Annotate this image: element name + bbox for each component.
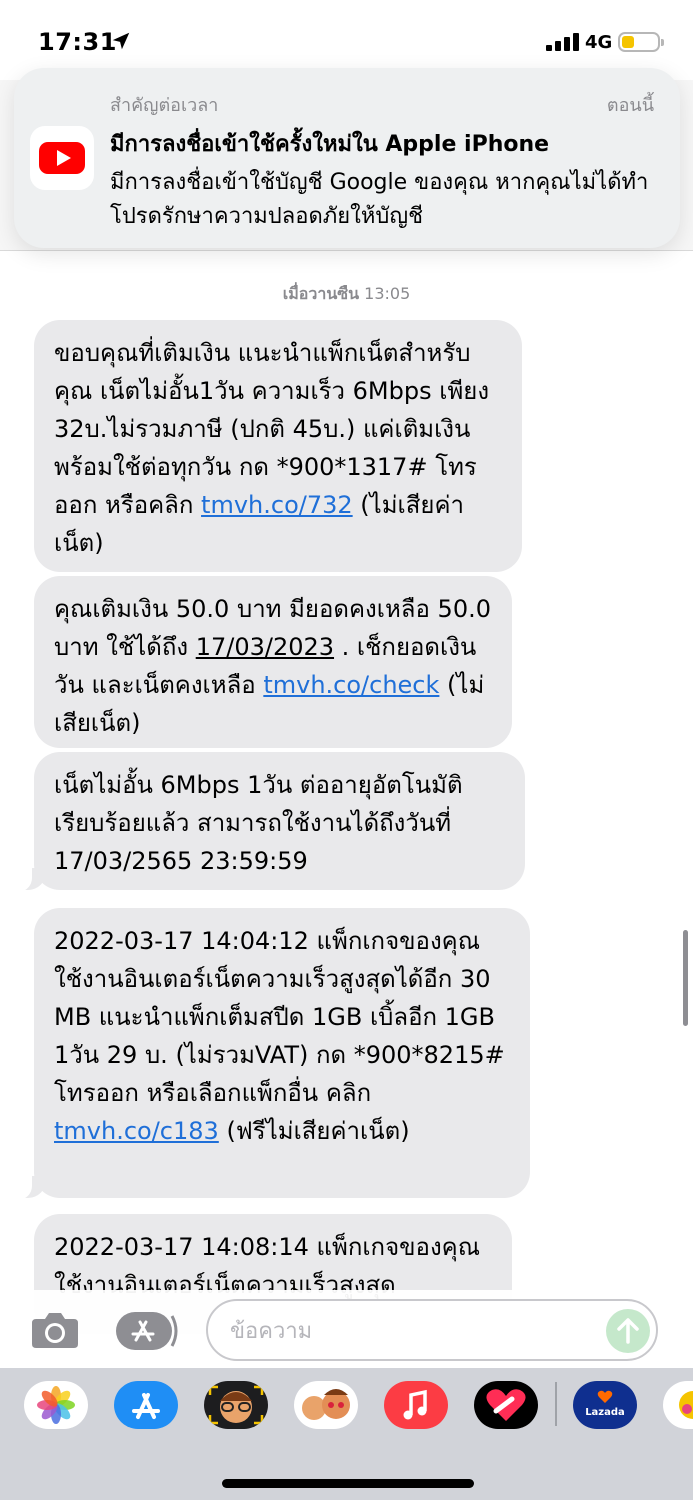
message-link[interactable]: tmvh.co/check — [263, 671, 439, 699]
home-indicator[interactable] — [222, 1479, 474, 1488]
network-type: 4G — [585, 32, 613, 53]
message-bubble[interactable]: ขอบคุณที่เติมเงิน แนะนำแพ็กเน็ตสำหรับคุณ… — [34, 320, 522, 572]
lazada-label: Lazada — [585, 1407, 625, 1418]
scroll-indicator[interactable] — [683, 930, 688, 1026]
notification-time: ตอนนี้ — [606, 95, 654, 116]
message-timestamp: เมื่อวานซืน 13:05 — [0, 282, 693, 307]
message-link[interactable]: tmvh.co/732 — [201, 491, 353, 519]
message-bubble[interactable]: คุณเติมเงิน 50.0 บาท มียอดคงเหลือ 50.0 บ… — [34, 576, 512, 748]
message-link[interactable]: tmvh.co/c183 — [54, 1117, 219, 1145]
message-text: (ฟรีไม่เสียค่าเน็ต) — [218, 1117, 410, 1145]
app-store-drawer-icon[interactable] — [116, 1312, 178, 1350]
drawer-divider — [555, 1382, 557, 1426]
youtube-icon — [30, 126, 94, 190]
message-input-field[interactable] — [206, 1299, 658, 1361]
timestamp-day: เมื่อวานซืน — [282, 284, 360, 303]
message-bubble[interactable]: 2022-03-17 14:04:12 แพ็กเกจของคุณ ใช้งาน… — [34, 908, 530, 1198]
memoji-stickers-icon[interactable] — [294, 1381, 358, 1429]
app-store-icon[interactable] — [114, 1381, 178, 1429]
music-icon[interactable] — [384, 1381, 448, 1429]
lazada-icon[interactable]: Lazada — [573, 1381, 637, 1429]
camera-icon[interactable] — [30, 1310, 80, 1350]
timestamp-time: 13:05 — [364, 284, 411, 303]
bubble-tail — [14, 1174, 46, 1200]
send-arrow-icon — [617, 1318, 639, 1344]
memoji-icon[interactable] — [204, 1381, 268, 1429]
message-text: 2022-03-17 14:04:12 แพ็กเกจของคุณ ใช้งาน… — [54, 927, 505, 1107]
clock: 17:31 — [38, 28, 117, 56]
photos-icon[interactable] — [24, 1381, 88, 1429]
digital-touch-icon[interactable] — [474, 1381, 538, 1429]
message-input[interactable] — [228, 1311, 602, 1351]
message-date[interactable]: 17/03/2023 — [196, 633, 334, 661]
cellular-signal-icon — [546, 33, 579, 51]
notification-body: มีการลงชื่อเข้าใช้บัญชี Google ของคุณ หา… — [110, 170, 649, 229]
message-text: เน็ตไม่อั้น 6Mbps 1วัน ต่ออายุอัตโนมัติเ… — [54, 771, 463, 875]
notification-category: สำคัญต่อเวลา — [110, 95, 219, 116]
notification-banner[interactable]: สำคัญต่อเวลา ตอนนี้ มีการลงชื่อเข้าใช้คร… — [14, 68, 680, 248]
notification-title: มีการลงชื่อเข้าใช้ครั้งใหม่ใน Apple iPho… — [110, 132, 550, 157]
send-button[interactable] — [606, 1309, 650, 1353]
location-arrow-icon — [112, 32, 130, 50]
battery-icon — [618, 32, 664, 52]
bubble-tail — [14, 866, 46, 892]
message-bubble[interactable]: เน็ตไม่อั้น 6Mbps 1วัน ต่ออายุอัตโนมัติเ… — [34, 752, 525, 890]
